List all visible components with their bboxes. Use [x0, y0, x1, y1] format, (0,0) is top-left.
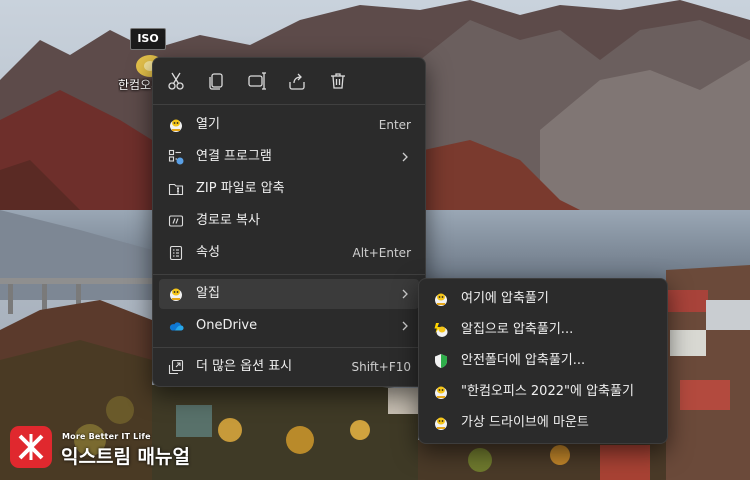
menu-item-label: OneDrive [196, 318, 258, 333]
menu-item-shortcut: Enter [378, 118, 411, 132]
submenu-item-extract-here[interactable]: 여기에 압축풀기 [425, 284, 661, 314]
rename-icon[interactable] [246, 70, 268, 92]
chevron-right-icon [402, 152, 408, 162]
menu-item-label: 속성 [196, 245, 220, 260]
menu-separator [153, 274, 425, 275]
cut-icon[interactable] [165, 70, 187, 92]
alzip-submenu: 여기에 압축풀기 알집으로 압축풀기... 안전폴더에 압축풀기... "한컴오… [418, 278, 668, 444]
delete-icon[interactable] [327, 70, 349, 92]
menu-item-onedrive[interactable]: OneDrive [159, 311, 419, 341]
alzip-icon [435, 417, 447, 430]
menu-item-more-options[interactable]: 더 많은 옵션 표시 Shift+F10 [159, 352, 419, 382]
menu-item-label: 경로로 복사 [196, 213, 260, 228]
submenu-item-mount-virtual-drive[interactable]: 가상 드라이브에 마운트 [425, 408, 661, 438]
alzip-icon [170, 288, 182, 301]
chevron-right-icon [402, 321, 408, 331]
more-options-icon [168, 359, 184, 375]
context-menu: 열기 Enter 연결 프로그램 ZIP 파일로 압축 경로로 복사 속성 Al… [152, 57, 426, 387]
menu-item-label: 알집 [196, 286, 220, 301]
menu-item-copy-path[interactable]: 경로로 복사 [159, 206, 419, 236]
alzip-icon [170, 119, 182, 132]
site-watermark: More Better IT Life 익스트림 매뉴얼 [10, 424, 210, 470]
submenu-item-label: 알집으로 압축풀기... [461, 322, 574, 337]
zip-icon [168, 183, 184, 196]
watermark-name: 익스트림 매뉴얼 [61, 446, 190, 468]
menu-separator [153, 104, 425, 105]
submenu-item-label: 안전폴더에 압축풀기... [461, 353, 586, 368]
submenu-item-extract-safe-folder[interactable]: 안전폴더에 압축풀기... [425, 346, 661, 376]
alzip-icon [435, 386, 447, 399]
open-with-icon [168, 149, 184, 165]
menu-item-shortcut: Alt+Enter [352, 246, 411, 260]
menu-separator [153, 347, 425, 348]
chevron-right-icon [402, 289, 408, 299]
watermark-logo-icon [10, 426, 52, 468]
onedrive-icon [169, 322, 184, 331]
watermark-tagline: More Better IT Life [62, 432, 151, 441]
copy-icon[interactable] [205, 70, 227, 92]
submenu-item-extract-with-alzip[interactable]: 알집으로 압축풀기... [425, 315, 661, 345]
copy-path-icon [168, 215, 184, 227]
submenu-item-label: 여기에 압축풀기 [461, 291, 549, 306]
menu-item-label: 열기 [196, 117, 220, 132]
submenu-item-label: "한컴오피스 2022"에 압축풀기 [461, 384, 634, 399]
context-menu-toolbar [153, 58, 425, 104]
menu-item-open-with[interactable]: 연결 프로그램 [159, 142, 419, 172]
safe-folder-icon [435, 354, 447, 368]
share-icon[interactable] [286, 70, 308, 92]
menu-item-open[interactable]: 열기 Enter [159, 110, 419, 140]
menu-item-label: ZIP 파일로 압축 [196, 181, 285, 196]
menu-item-shortcut: Shift+F10 [351, 360, 411, 374]
submenu-item-extract-to-folder[interactable]: "한컴오피스 2022"에 압축풀기 [425, 377, 661, 407]
menu-item-label: 더 많은 옵션 표시 [196, 359, 293, 374]
menu-item-zip[interactable]: ZIP 파일로 압축 [159, 174, 419, 204]
alzip-icon [435, 293, 447, 306]
menu-item-alzip[interactable]: 알집 [159, 279, 419, 309]
properties-icon [169, 245, 183, 261]
alzip-extract-icon [434, 323, 448, 337]
iso-badge: ISO [130, 28, 166, 50]
menu-item-properties[interactable]: 속성 Alt+Enter [159, 238, 419, 268]
menu-item-label: 연결 프로그램 [196, 149, 272, 164]
submenu-item-label: 가상 드라이브에 마운트 [461, 415, 589, 430]
